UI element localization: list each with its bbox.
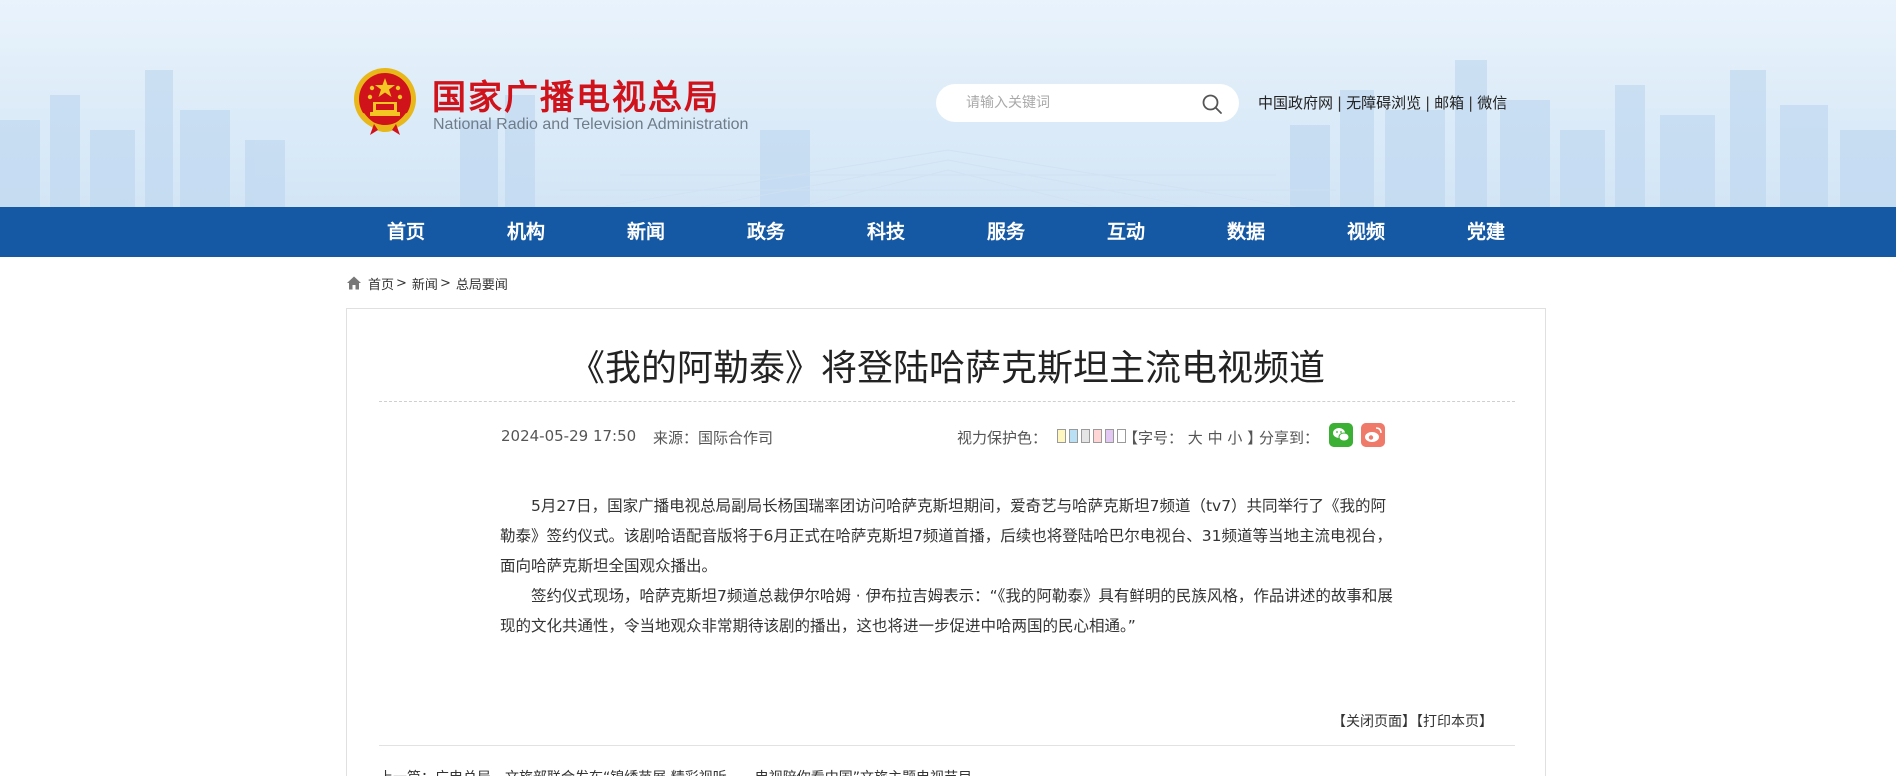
color-swatch-pink[interactable] (1093, 429, 1102, 443)
breadcrumb-separator: > (396, 275, 407, 291)
weibo-share-icon[interactable] (1361, 423, 1385, 447)
nav-item-video[interactable]: 视频 (1306, 207, 1426, 257)
link-separator: | (1468, 94, 1474, 112)
breadcrumb: 首页 > 新闻 > 总局要闻 (346, 274, 508, 293)
main-nav: 首页 机构 新闻 政务 科技 服务 互动 数据 视频 党建 (0, 207, 1896, 257)
font-size-large[interactable]: 大 (1188, 429, 1203, 447)
search-box (936, 84, 1239, 122)
nav-item-news[interactable]: 新闻 (586, 207, 706, 257)
font-size-medium[interactable]: 中 (1208, 429, 1223, 447)
link-gov-cn[interactable]: 中国政府网 (1258, 94, 1333, 112)
color-swatch-gray[interactable] (1081, 429, 1090, 443)
eye-protection-label: 视力保护色： (957, 429, 1048, 447)
breadcrumb-headlines[interactable]: 总局要闻 (456, 274, 508, 293)
nav-item-technology[interactable]: 科技 (826, 207, 946, 257)
link-separator: | (1337, 94, 1343, 112)
color-swatch-purple[interactable] (1105, 429, 1114, 443)
site-logo[interactable]: 国家广播电视总局 National Radio and Television A… (352, 66, 752, 142)
home-icon (347, 276, 361, 290)
nav-item-data[interactable]: 数据 (1186, 207, 1306, 257)
article-source: 来源：国际合作司 (653, 429, 774, 447)
nav-item-home[interactable]: 首页 (346, 207, 466, 257)
search-input[interactable] (936, 84, 1186, 122)
close-page-button[interactable]: 【关闭页面】 (1332, 714, 1416, 730)
color-swatch-blue[interactable] (1069, 429, 1078, 443)
nav-item-services[interactable]: 服务 (946, 207, 1066, 257)
font-size-small[interactable]: 小 (1227, 429, 1242, 447)
publish-date: 2024-05-29 17:50 (501, 427, 637, 445)
share-label: 分享到： (1259, 429, 1320, 447)
link-mailbox[interactable]: 邮箱 (1434, 94, 1464, 112)
article-container: 《我的阿勒泰》将登陆哈萨克斯坦主流电视频道 2024-05-29 17:50 来… (346, 308, 1546, 776)
national-emblem-icon (354, 68, 416, 135)
previous-article-link[interactable]: 上一篇：广电总局、文旅部联合发布“锦绣苗展 精彩视听——电视陪你看中国”文旅主题… (379, 767, 972, 776)
nav-item-government-affairs[interactable]: 政务 (706, 207, 826, 257)
link-accessibility[interactable]: 无障碍浏览 (1346, 94, 1421, 112)
link-separator: | (1425, 94, 1431, 112)
font-size-label: 【字号： (1123, 429, 1184, 447)
link-wechat[interactable]: 微信 (1477, 94, 1507, 112)
nav-item-interaction[interactable]: 互动 (1066, 207, 1186, 257)
article-body: 5月27日，国家广播电视总局副局长杨国瑞率团访问哈萨克斯坦期间，爱奇艺与哈萨克斯… (500, 491, 1400, 641)
eye-protection-colors (1057, 429, 1129, 443)
nav-item-party[interactable]: 党建 (1426, 207, 1546, 257)
color-swatch-yellow[interactable] (1057, 429, 1066, 443)
breadcrumb-news[interactable]: 新闻 (412, 274, 438, 293)
top-links: 中国政府网 | 无障碍浏览 | 邮箱 | 微信 (1258, 92, 1507, 113)
print-page-button[interactable]: 【打印本页】 (1416, 714, 1493, 730)
search-icon[interactable] (1201, 93, 1223, 115)
article-meta: 2024-05-29 17:50 来源：国际合作司 视力保护色： 【字号： 大 … (501, 421, 1401, 451)
article-title: 《我的阿勒泰》将登陆哈萨克斯坦主流电视频道 (568, 348, 1325, 389)
page-actions: 【关闭页面】【打印本页】 (1332, 711, 1493, 731)
wechat-share-icon[interactable] (1329, 423, 1353, 447)
title-divider (379, 401, 1515, 402)
site-subtitle: National Radio and Television Administra… (433, 116, 749, 133)
article-paragraph: 5月27日，国家广播电视总局副局长杨国瑞率团访问哈萨克斯坦期间，爱奇艺与哈萨克斯… (500, 497, 1392, 575)
site-header: 国家广播电视总局 National Radio and Television A… (0, 0, 1896, 207)
nav-item-organization[interactable]: 机构 (466, 207, 586, 257)
font-size-control: 【字号： 大 中 小 】 (1123, 427, 1262, 448)
article-paragraph: 签约仪式现场，哈萨克斯坦7频道总裁伊尔哈姆 · 伊布拉吉姆表示：“《我的阿勒泰》… (500, 587, 1393, 635)
breadcrumb-home[interactable]: 首页 (368, 274, 394, 293)
footer-divider (379, 745, 1515, 746)
site-title: 国家广播电视总局 (432, 78, 720, 118)
breadcrumb-separator: > (439, 275, 451, 291)
